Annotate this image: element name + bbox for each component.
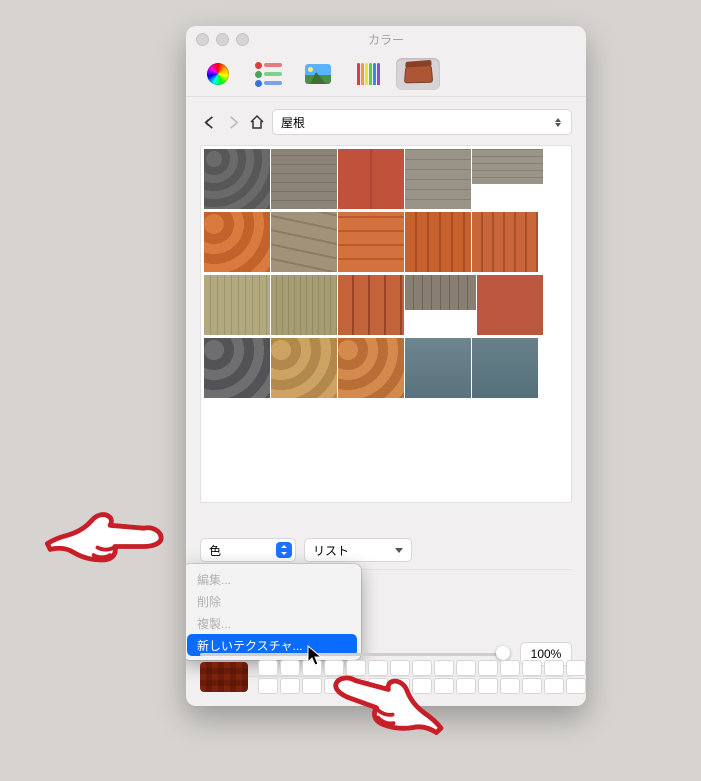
swatch-well[interactable] <box>412 678 432 694</box>
picker-mode-toolbar <box>186 52 586 97</box>
swatch-well[interactable] <box>258 678 278 694</box>
swatch-well[interactable] <box>544 678 564 694</box>
texture-roof-slate-scallop[interactable] <box>204 149 270 209</box>
texture-roof-metal-red[interactable] <box>338 149 404 209</box>
swatch-well[interactable] <box>500 678 520 694</box>
swatch-well[interactable] <box>390 678 410 694</box>
brick-icon <box>404 65 433 83</box>
texture-roof-asphalt-grey[interactable] <box>271 149 337 209</box>
view-mode-select[interactable]: リスト <box>304 538 412 562</box>
swatch-well[interactable] <box>346 678 366 694</box>
swatch-well[interactable] <box>324 660 344 676</box>
nav-back-button[interactable] <box>200 113 218 131</box>
texture-controls: 色 リスト 編集...削除複製...新しいテクスチャ... 100% <box>186 531 586 677</box>
slider-thumb[interactable] <box>496 646 510 660</box>
swatch-well[interactable] <box>478 660 498 676</box>
mode-sliders[interactable] <box>246 58 290 90</box>
category-label: 屋根 <box>281 114 305 131</box>
chevron-updown-icon <box>276 542 292 558</box>
menu-item-2: 複製... <box>187 612 357 634</box>
swatch-wells-bar <box>186 660 586 694</box>
titlebar: カラー <box>186 26 586 52</box>
swatch-well[interactable] <box>566 660 586 676</box>
stepper-icon <box>555 115 563 129</box>
swatch-well[interactable] <box>544 660 564 676</box>
texture-roof-metal-blue-2[interactable] <box>472 338 538 398</box>
pencils-icon <box>357 63 380 85</box>
color-action-label: 色 <box>209 542 221 559</box>
texture-roof-wood-shake-1[interactable] <box>204 275 270 335</box>
texture-roof-shingle-grey[interactable] <box>405 149 471 209</box>
texture-roof-asphalt-strip[interactable] <box>472 149 543 184</box>
swatch-well[interactable] <box>522 660 542 676</box>
swatch-well[interactable] <box>346 660 366 676</box>
color-wheel-icon <box>207 63 229 85</box>
swatch-well[interactable] <box>566 678 586 694</box>
swatch-well[interactable] <box>302 660 322 676</box>
texture-roof-metal-rib[interactable] <box>405 275 476 310</box>
swatch-well[interactable] <box>258 660 278 676</box>
sliders-icon <box>255 62 282 87</box>
texture-roof-spanish-tile[interactable] <box>405 212 471 272</box>
menu-item-0: 編集... <box>187 568 357 590</box>
menu-item-1: 削除 <box>187 590 357 612</box>
swatch-well[interactable] <box>368 660 388 676</box>
mode-image[interactable] <box>296 58 340 90</box>
image-icon <box>305 64 331 84</box>
texture-roof-metal-blue-1[interactable] <box>405 338 471 398</box>
swatch-well[interactable] <box>324 678 344 694</box>
texture-roof-clay-pan[interactable] <box>338 212 404 272</box>
swatch-well[interactable] <box>500 660 520 676</box>
swatch-well[interactable] <box>412 660 432 676</box>
texture-roof-wood-shake-2[interactable] <box>271 275 337 335</box>
texture-roof-barrel-terracotta[interactable] <box>338 275 404 335</box>
arrow-left-icon <box>202 115 217 130</box>
swatch-well[interactable] <box>456 678 476 694</box>
swatch-well[interactable] <box>302 678 322 694</box>
swatch-well[interactable] <box>280 660 300 676</box>
mode-pencils[interactable] <box>346 58 390 90</box>
swatch-well[interactable] <box>434 678 454 694</box>
mode-color-wheel[interactable] <box>196 58 240 90</box>
texture-roof-scale-tan[interactable] <box>271 338 337 398</box>
texture-roof-scale-orange[interactable] <box>338 338 404 398</box>
nav-home-button[interactable] <box>248 113 266 131</box>
window-title: カラー <box>186 31 586 48</box>
texture-grid <box>200 145 572 503</box>
swatch-well[interactable] <box>434 660 454 676</box>
swatch-well[interactable] <box>456 660 476 676</box>
texture-roof-slate-dark[interactable] <box>204 338 270 398</box>
texture-roof-flat-red[interactable] <box>477 275 543 335</box>
arrow-right-icon <box>226 115 241 130</box>
nav-forward-button[interactable] <box>224 113 242 131</box>
swatch-well[interactable] <box>478 678 498 694</box>
texture-roof-scallop-orange[interactable] <box>204 212 270 272</box>
view-mode-label: リスト <box>313 542 349 559</box>
color-action-select[interactable]: 色 <box>200 538 296 562</box>
swatch-well[interactable] <box>522 678 542 694</box>
pointing-hand-icon <box>30 488 165 578</box>
texture-nav: 屋根 <box>186 97 586 141</box>
color-panel: カラー 屋根 <box>186 26 586 706</box>
swatch-well[interactable] <box>368 678 388 694</box>
current-color-preview[interactable] <box>200 662 248 692</box>
texture-category-select[interactable]: 屋根 <box>272 109 572 135</box>
swatch-well[interactable] <box>280 678 300 694</box>
swatch-wells <box>258 660 586 694</box>
home-icon <box>249 114 265 130</box>
texture-roof-asphalt-tan[interactable] <box>271 212 337 272</box>
texture-roof-spanish-tile-2[interactable] <box>472 212 538 272</box>
mode-textures[interactable] <box>396 58 440 90</box>
swatch-well[interactable] <box>390 660 410 676</box>
